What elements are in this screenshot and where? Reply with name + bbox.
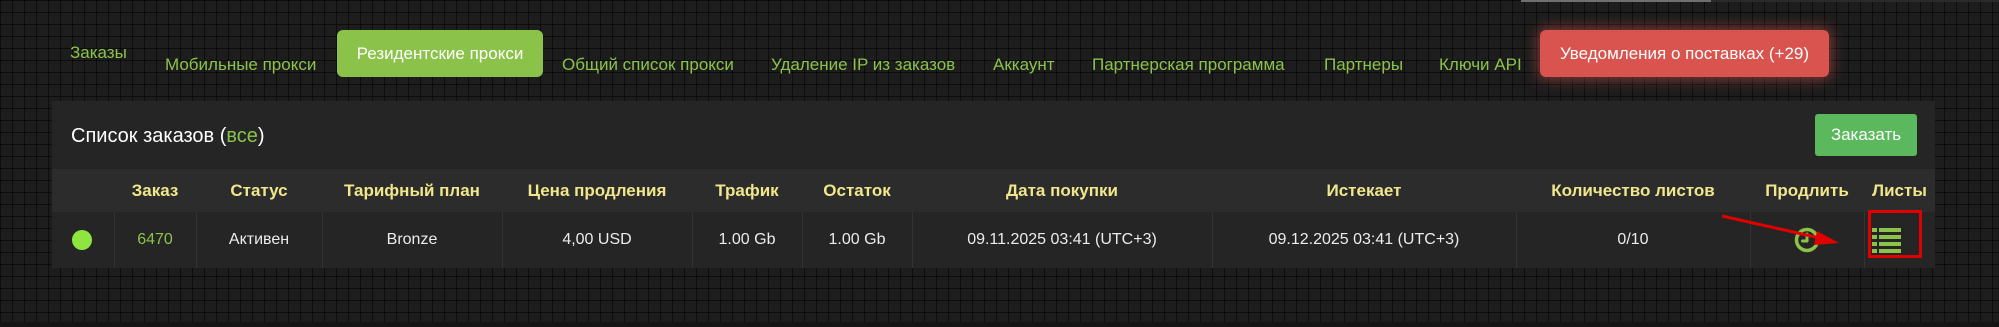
purchase-date-cell: 09.11.2025 03:41 (UTC+3)	[967, 231, 1157, 248]
traffic-cell: 1.00 Gb	[718, 231, 776, 248]
lists-count-cell: 0/10	[1617, 231, 1649, 248]
nav-item-partners[interactable]: Партнеры	[1324, 53, 1403, 77]
nav-item-api-keys[interactable]: Ключи API	[1439, 53, 1522, 77]
panel-title-text: Список заказов (	[71, 125, 227, 147]
annotation-arrow-icon	[1721, 214, 1839, 245]
nav-item-account[interactable]: Аккаунт	[993, 53, 1055, 77]
nav-item-delivery-notifications[interactable]: Уведомления о поставках (+29)	[1540, 30, 1829, 77]
main-nav: Заказы Мобильные прокси Резидентские про…	[0, 0, 1999, 100]
table-row: 6470 Активен Bronze 4,00 USD 1.00 Gb 1.0…	[52, 210, 1935, 268]
header-expires: Истекает	[1326, 181, 1402, 200]
header-remaining: Остаток	[823, 181, 891, 200]
header-traffic: Трафик	[715, 181, 779, 200]
header-order: Заказ	[131, 181, 179, 200]
nav-item-residential-proxies[interactable]: Резидентские прокси	[337, 30, 543, 77]
header-purchase-date: Дата покупки	[1006, 181, 1118, 200]
page-bottom-edge	[0, 322, 1999, 327]
nav-item-mobile-proxies[interactable]: Мобильные прокси	[165, 53, 316, 77]
header-plan: Тарифный план	[344, 181, 480, 200]
header-renew-price: Цена продления	[527, 181, 667, 200]
order-button[interactable]: Заказать	[1815, 114, 1917, 156]
order-cell: 6470	[114, 212, 196, 268]
header-indicator	[52, 169, 114, 212]
expires-cell: 09.12.2025 03:41 (UTC+3)	[1268, 231, 1460, 248]
column-divider	[1864, 212, 1865, 268]
header-lists-count: Количество листов	[1551, 181, 1715, 200]
nav-item-affiliate-program[interactable]: Партнерская программа	[1092, 53, 1285, 77]
highlight-box	[1868, 210, 1922, 258]
orders-panel: Список заказов (все) Заказать Заказ Стат…	[52, 101, 1935, 268]
nav-item-orders[interactable]: Заказы	[70, 41, 127, 65]
plan-cell: Bronze	[386, 231, 438, 248]
status-cell: Активен	[228, 231, 290, 248]
order-number-link[interactable]: 6470	[137, 231, 173, 248]
renew-price-cell: 4,00 USD	[562, 231, 632, 248]
panel-title: Список заказов (все)	[71, 121, 265, 151]
panel-title-close: )	[257, 125, 265, 147]
status-indicator-dot	[72, 230, 92, 250]
table-header: Заказ Статус Тарифный план Цена продлени…	[52, 169, 1935, 212]
header-lists: Листы	[1872, 181, 1927, 200]
remaining-cell: 1.00 Gb	[828, 231, 886, 248]
header-status: Статус	[230, 181, 288, 200]
show-all-link[interactable]: все	[226, 125, 258, 147]
nav-item-all-proxies[interactable]: Общий список прокси	[562, 53, 734, 77]
nav-item-ip-removal[interactable]: Удаление IP из заказов	[771, 53, 955, 77]
